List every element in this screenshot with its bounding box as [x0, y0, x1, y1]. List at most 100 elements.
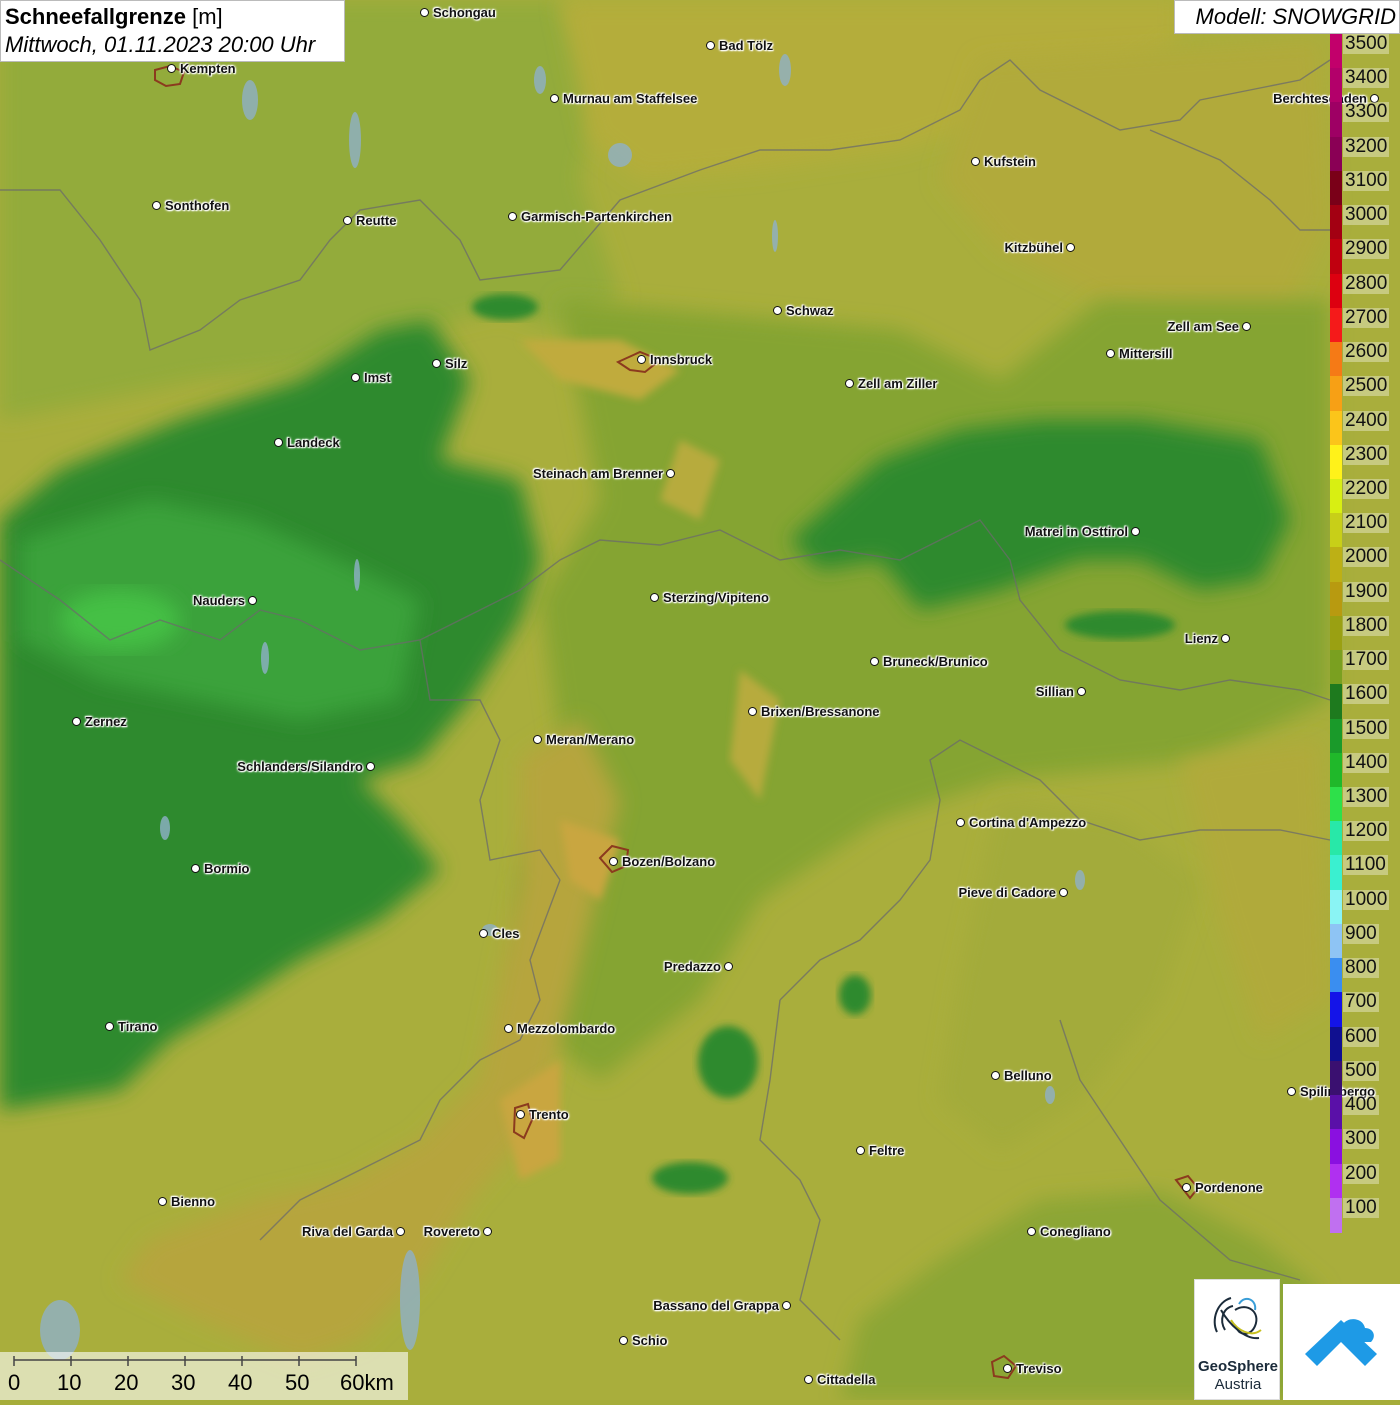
city-marker-icon: [343, 216, 352, 225]
legend-swatch: [1330, 1060, 1342, 1096]
city-label: Bassano del Grappa: [653, 1298, 779, 1313]
city-marker-icon: [1027, 1227, 1036, 1236]
city-label: Zernez: [85, 714, 127, 729]
legend-swatch: [1330, 102, 1342, 138]
city-label: Conegliano: [1040, 1224, 1111, 1239]
legend-label: 100: [1343, 1196, 1379, 1218]
legend-label: 2000: [1343, 546, 1390, 568]
legend-swatch: [1330, 615, 1342, 651]
city-marker-icon: [152, 201, 161, 210]
city-marker-icon: [191, 864, 200, 873]
city-marker-icon: [870, 657, 879, 666]
color-legend-bar: [1330, 34, 1342, 1233]
city-marker-icon: [706, 41, 715, 50]
city-marker-icon: [167, 64, 176, 73]
city-marker-icon: [396, 1227, 405, 1236]
city-marker-icon: [666, 469, 675, 478]
city-label: Bienno: [171, 1194, 216, 1209]
legend-label: 2600: [1343, 341, 1390, 363]
city-label: Lienz: [1184, 631, 1218, 646]
city-label: Zell am See: [1167, 319, 1239, 334]
legend-swatch: [1330, 410, 1342, 446]
map-datetime: Mittwoch, 01.11.2023 20:00 Uhr: [5, 32, 316, 57]
city-marker-icon: [845, 379, 854, 388]
scale-label: 30: [171, 1370, 196, 1395]
legend-swatch: [1330, 581, 1342, 617]
legend-label: 2200: [1343, 477, 1390, 499]
city-label: Treviso: [1016, 1361, 1062, 1376]
scale-label: 20: [114, 1370, 139, 1395]
city-marker-icon: [991, 1071, 1000, 1080]
geosphere-austria-logo[interactable]: GeoSphere Austria: [1194, 1279, 1280, 1400]
city-marker-icon: [366, 762, 375, 771]
legend-label: 700: [1343, 991, 1379, 1013]
legend-swatch: [1330, 136, 1342, 172]
legend-swatch: [1330, 889, 1342, 925]
city-label: Trento: [529, 1107, 569, 1122]
city-label: Schio: [632, 1333, 668, 1348]
city-label: Pieve di Cadore: [958, 885, 1056, 900]
city-label: Kitzbühel: [1004, 240, 1064, 255]
city-marker-icon: [248, 596, 257, 605]
title-unit: [m]: [192, 4, 223, 29]
scale-label: 40: [228, 1370, 253, 1395]
city-marker-icon: [637, 355, 646, 364]
legend-swatch: [1330, 1197, 1342, 1233]
city-label: Sillian: [1035, 684, 1074, 699]
legend-label: 1500: [1343, 717, 1390, 739]
city-marker-icon: [1077, 687, 1086, 696]
city-label: Tirano: [118, 1019, 158, 1034]
geosphere-swirl-icon: [1213, 1297, 1262, 1340]
legend-swatch: [1330, 752, 1342, 788]
city-marker-icon: [748, 707, 757, 716]
city-label: Bormio: [204, 861, 250, 876]
legend-swatch: [1330, 376, 1342, 412]
legend-swatch: [1330, 170, 1342, 206]
city-label: Cittadella: [817, 1372, 876, 1387]
city-label: Sonthofen: [165, 198, 230, 213]
city-marker-icon: [1287, 1087, 1296, 1096]
city-marker-icon: [1221, 634, 1230, 643]
city-marker-icon: [1182, 1183, 1191, 1192]
legend-label: 1600: [1343, 683, 1390, 705]
legend-swatch: [1330, 958, 1342, 994]
city-label: Bozen/Bolzano: [622, 854, 716, 869]
legend-swatch: [1330, 239, 1342, 275]
legend-label: 3300: [1343, 101, 1390, 123]
city-label: Rovereto: [423, 1224, 480, 1239]
legend-swatch: [1330, 68, 1342, 104]
scale-label: 50: [285, 1370, 310, 1395]
city-label: Schongau: [433, 5, 496, 20]
legend-swatch: [1330, 1129, 1342, 1165]
city-marker-icon: [483, 1227, 492, 1236]
legend-label: 1300: [1343, 786, 1390, 808]
legend-swatch: [1330, 787, 1342, 823]
legend-swatch: [1330, 342, 1342, 378]
city-label: Reutte: [356, 213, 397, 228]
city-label: Steinach am Brenner: [532, 466, 663, 481]
city-label: Bruneck/Brunico: [883, 654, 988, 669]
map-title-box: Schneefallgrenze [m] Mittwoch, 01.11.202…: [0, 0, 345, 62]
city-marker-icon: [971, 157, 980, 166]
legend-label: 2700: [1343, 306, 1390, 328]
city-label: Silz: [445, 356, 468, 371]
legend-label: 3400: [1343, 67, 1390, 89]
city-marker-icon: [1059, 888, 1068, 897]
city-marker-icon: [479, 929, 488, 938]
legend-swatch: [1330, 34, 1342, 69]
city-label: Pordenone: [1195, 1180, 1263, 1195]
city-marker-icon: [550, 94, 559, 103]
legend-label: 1900: [1343, 580, 1390, 602]
legend-label: 2300: [1343, 443, 1390, 465]
geosphere-name: GeoSphere: [1197, 1358, 1279, 1375]
legend-label: 400: [1343, 1094, 1379, 1116]
legend-label: 2500: [1343, 375, 1390, 397]
app-logo[interactable]: [1283, 1284, 1400, 1400]
legend-label: 3000: [1343, 204, 1390, 226]
city-marker-icon: [1131, 527, 1140, 536]
city-marker-icon: [1242, 322, 1251, 331]
city-marker-icon: [856, 1146, 865, 1155]
city-marker-icon: [609, 857, 618, 866]
city-label: Meran/Merano: [546, 732, 635, 747]
city-marker-icon: [773, 306, 782, 315]
